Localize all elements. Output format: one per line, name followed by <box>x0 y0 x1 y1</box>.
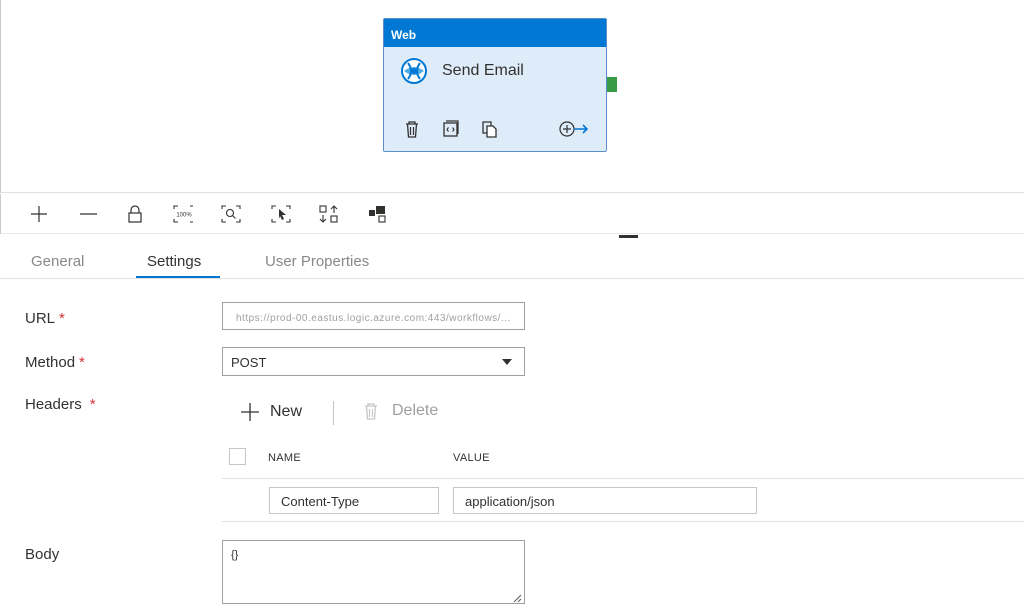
method-select[interactable]: POST <box>222 347 525 376</box>
headers-label: Headers * <box>25 396 96 413</box>
column-header-value: VALUE <box>453 452 490 464</box>
method-value: POST <box>231 355 267 370</box>
body-value: {} <box>231 549 239 561</box>
add-output-icon[interactable] <box>558 120 590 138</box>
delete-icon[interactable] <box>404 120 420 138</box>
resize-grip-icon[interactable] <box>512 591 522 603</box>
trash-icon <box>364 402 378 420</box>
auto-align-icon[interactable] <box>319 204 339 224</box>
table-divider <box>222 521 1024 522</box>
pipeline-canvas[interactable]: Web Send Email <box>0 0 1024 193</box>
body-label: Body <box>25 546 60 563</box>
toolbar-divider <box>333 401 334 425</box>
activity-type-label: Web <box>384 19 606 47</box>
code-icon[interactable] <box>442 120 460 138</box>
web-globe-icon <box>400 57 428 85</box>
required-marker: * <box>59 310 65 327</box>
layout-icon[interactable] <box>368 204 388 224</box>
header-value-input[interactable]: application/json <box>453 487 757 514</box>
body-textarea[interactable]: {} <box>222 540 525 604</box>
zoom-out-icon[interactable] <box>78 204 98 224</box>
plus-icon <box>240 402 260 422</box>
select-all-checkbox[interactable] <box>229 448 246 465</box>
canvas-toolbar: 100% <box>0 194 1024 234</box>
new-header-button[interactable]: New <box>240 402 302 422</box>
required-marker: * <box>89 396 96 413</box>
required-marker: * <box>79 354 85 371</box>
zoom-100-icon[interactable]: 100% <box>173 204 193 224</box>
success-output-handle[interactable] <box>607 77 617 92</box>
active-tab-indicator <box>136 276 220 278</box>
table-divider <box>222 478 1024 479</box>
tab-general[interactable]: General <box>31 253 84 270</box>
header-name-input[interactable]: Content-Type <box>269 487 439 514</box>
zoom-100-label: 100% <box>176 213 192 219</box>
zoom-to-fit-icon[interactable] <box>221 204 241 224</box>
properties-tabs: General Settings User Properties <box>0 238 1024 279</box>
method-label: Method * <box>25 354 85 371</box>
url-value: https://prod-00.eastus.logic.azure.com:4… <box>236 313 511 324</box>
tab-user-properties[interactable]: User Properties <box>265 253 369 270</box>
web-activity-node[interactable]: Web Send Email <box>383 18 607 152</box>
column-header-name: NAME <box>268 452 301 464</box>
url-label: URL * <box>25 310 65 327</box>
zoom-in-icon[interactable] <box>29 204 49 224</box>
lock-icon[interactable] <box>125 204 145 224</box>
select-icon[interactable] <box>271 204 291 224</box>
tab-settings[interactable]: Settings <box>147 253 201 270</box>
chevron-down-icon <box>502 359 512 365</box>
delete-header-button[interactable]: Delete <box>364 402 438 420</box>
url-input[interactable]: https://prod-00.eastus.logic.azure.com:4… <box>222 302 525 330</box>
copy-icon[interactable] <box>481 120 499 138</box>
activity-name: Send Email <box>442 62 524 79</box>
